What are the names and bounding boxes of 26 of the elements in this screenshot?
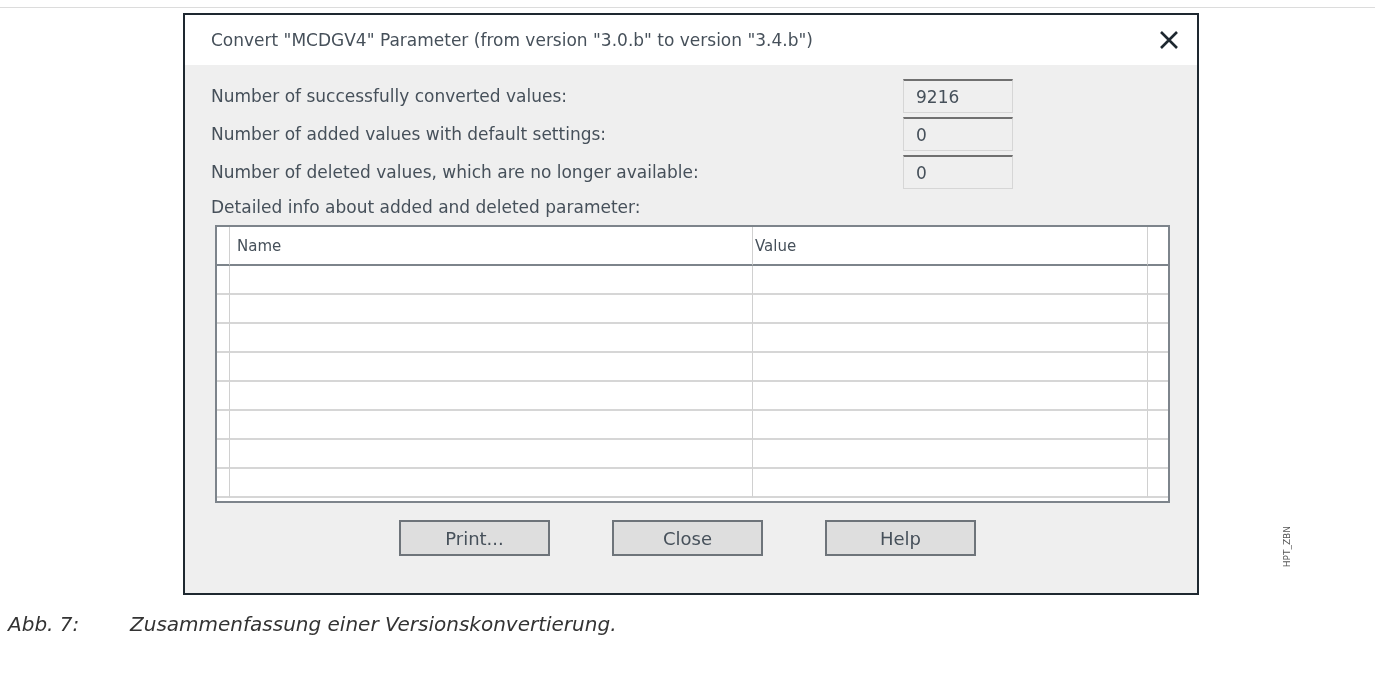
table-cell <box>217 469 230 498</box>
caption-number: Abb. 7: <box>8 612 81 636</box>
value-field: 9216 <box>903 79 1013 113</box>
detail-label: Detailed info about added and deleted parameter: <box>211 197 642 217</box>
value-field: 0 <box>903 155 1013 189</box>
table-cell <box>217 295 230 324</box>
window-title: Convert "MCDGV4" Parameter (from version "3.0.b" to version "3.4.b") <box>211 30 813 50</box>
dialog-button[interactable]: Close <box>612 520 763 556</box>
column-header[interactable]: Name <box>230 227 753 266</box>
stat-label: Number of added values with default settings: <box>211 124 608 144</box>
figure-id: HPT_ZBN <box>1282 525 1292 567</box>
stat-label: Number of deleted values, which are no longer available: <box>211 162 700 182</box>
value-field: 0 <box>903 117 1013 151</box>
table-cell <box>217 353 230 382</box>
column-header[interactable]: Value <box>753 227 1148 266</box>
table-cell <box>217 440 230 469</box>
table-cell <box>217 382 230 411</box>
caption-text: Zusammenfassung einer Versionskonvertierung. <box>130 612 618 636</box>
dialog-button[interactable]: Help <box>825 520 976 556</box>
stat-label: Number of successfully converted values: <box>211 86 569 106</box>
table-cell <box>217 266 230 295</box>
table-cell <box>217 411 230 440</box>
table-cell <box>217 324 230 353</box>
column-header <box>217 227 230 266</box>
close-icon[interactable] <box>1159 30 1179 50</box>
dialog-button[interactable]: Print... <box>399 520 550 556</box>
